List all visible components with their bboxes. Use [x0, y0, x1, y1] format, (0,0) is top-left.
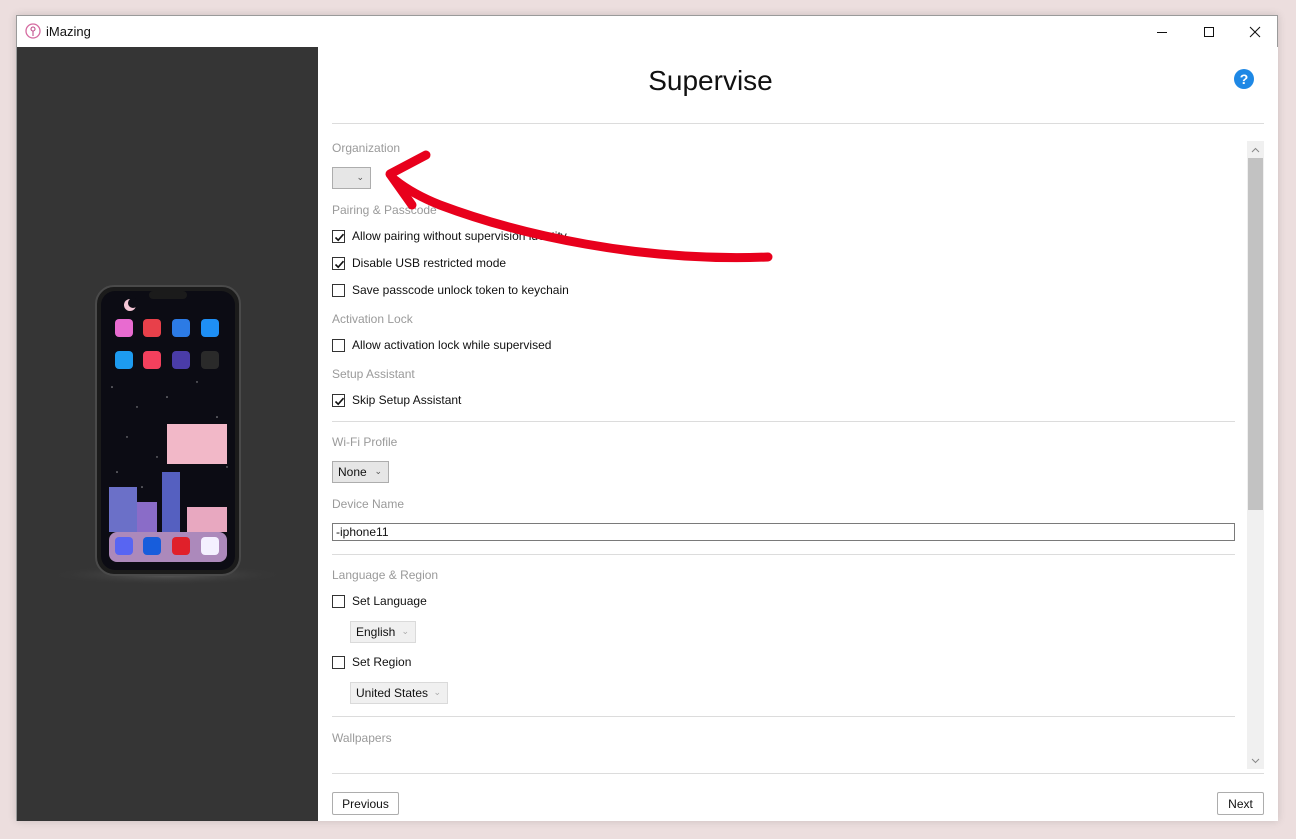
settings-scroll-area[interactable]: Organization ⌄ Pairing & Passcode Allow … — [332, 139, 1235, 769]
set-language-checkbox[interactable] — [332, 594, 345, 608]
device-name-label: Device Name — [332, 497, 405, 511]
disable-usb-checkbox-row[interactable]: Disable USB restricted mode — [332, 255, 506, 271]
app-window: iMazing Supervise ? Organization ⌄ Pairi… — [16, 15, 1278, 821]
set-language-label: Set Language — [352, 594, 427, 608]
section-divider — [332, 716, 1235, 717]
chevron-down-icon: ⌄ — [356, 172, 364, 182]
organization-label: Organization — [332, 141, 401, 155]
wifi-profile-dropdown[interactable]: None ⌄ — [332, 461, 389, 483]
scroll-down-button[interactable] — [1247, 752, 1264, 769]
save-passcode-checkbox-row[interactable]: Save passcode unlock token to keychain — [332, 282, 569, 298]
disable-usb-checkbox[interactable] — [332, 256, 345, 270]
close-icon — [1249, 26, 1261, 37]
iphone-illustration — [47, 285, 287, 585]
activation-lock-checkbox-row[interactable]: Allow activation lock while supervised — [332, 337, 551, 353]
section-divider — [332, 421, 1235, 422]
imazing-logo-icon — [25, 23, 41, 39]
save-passcode-label: Save passcode unlock token to keychain — [352, 283, 569, 297]
organization-dropdown[interactable]: ⌄ — [332, 167, 371, 189]
set-language-checkbox-row[interactable]: Set Language — [332, 593, 427, 609]
vertical-scrollbar[interactable] — [1247, 141, 1264, 769]
title-bar: iMazing — [17, 16, 1277, 47]
help-icon[interactable]: ? — [1234, 69, 1254, 89]
wifi-profile-value: None — [338, 465, 367, 479]
set-region-checkbox[interactable] — [332, 655, 345, 669]
wifi-profile-label: Wi-Fi Profile — [332, 435, 398, 449]
window-title: iMazing — [46, 24, 91, 39]
chevron-down-icon — [1251, 758, 1260, 763]
activation-lock-checkbox[interactable] — [332, 338, 345, 352]
page-title: Supervise — [648, 65, 773, 96]
title-divider — [332, 123, 1264, 124]
save-passcode-checkbox[interactable] — [332, 283, 345, 297]
footer-divider — [332, 773, 1264, 774]
language-dropdown[interactable]: English ⌄ — [350, 621, 416, 643]
previous-button[interactable]: Previous — [332, 792, 399, 815]
wallpapers-label: Wallpapers — [332, 731, 392, 745]
next-button[interactable]: Next — [1217, 792, 1264, 815]
section-divider — [332, 554, 1235, 555]
region-dropdown[interactable]: United States ⌄ — [350, 682, 448, 704]
skip-setup-checkbox-row[interactable]: Skip Setup Assistant — [332, 392, 461, 408]
close-button[interactable] — [1232, 16, 1278, 47]
activation-lock-option-label: Allow activation lock while supervised — [352, 338, 552, 352]
chevron-down-icon: ⌄ — [401, 626, 409, 636]
device-name-input[interactable]: -iphone11 — [332, 523, 1235, 541]
region-value: United States — [356, 686, 429, 700]
supervise-settings-pane: Supervise ? Organization ⌄ Pairing & Pas… — [318, 47, 1278, 821]
maximize-button[interactable] — [1186, 16, 1232, 47]
language-value: English — [356, 625, 396, 639]
minimize-icon — [1157, 31, 1167, 33]
chevron-down-icon: ⌄ — [433, 687, 441, 697]
setup-assistant-label: Setup Assistant — [332, 367, 415, 381]
device-preview-pane — [17, 47, 318, 821]
set-region-checkbox-row[interactable]: Set Region — [332, 654, 411, 670]
activation-lock-label: Activation Lock — [332, 312, 413, 326]
skip-setup-checkbox[interactable] — [332, 393, 345, 407]
pairing-label: Pairing & Passcode — [332, 203, 437, 217]
scroll-up-button[interactable] — [1247, 141, 1264, 158]
chevron-down-icon: ⌄ — [374, 466, 382, 476]
minimize-button[interactable] — [1139, 16, 1185, 47]
scroll-thumb[interactable] — [1248, 158, 1263, 510]
language-region-label: Language & Region — [332, 568, 439, 582]
skip-setup-label: Skip Setup Assistant — [352, 393, 462, 407]
maximize-icon — [1204, 26, 1214, 37]
chevron-up-icon — [1251, 147, 1260, 152]
allow-pairing-checkbox-row[interactable]: Allow pairing without supervision identi… — [332, 228, 567, 244]
allow-pairing-label: Allow pairing without supervision identi… — [352, 229, 567, 243]
allow-pairing-checkbox[interactable] — [332, 229, 345, 243]
disable-usb-label: Disable USB restricted mode — [352, 256, 507, 270]
set-region-label: Set Region — [352, 655, 412, 669]
